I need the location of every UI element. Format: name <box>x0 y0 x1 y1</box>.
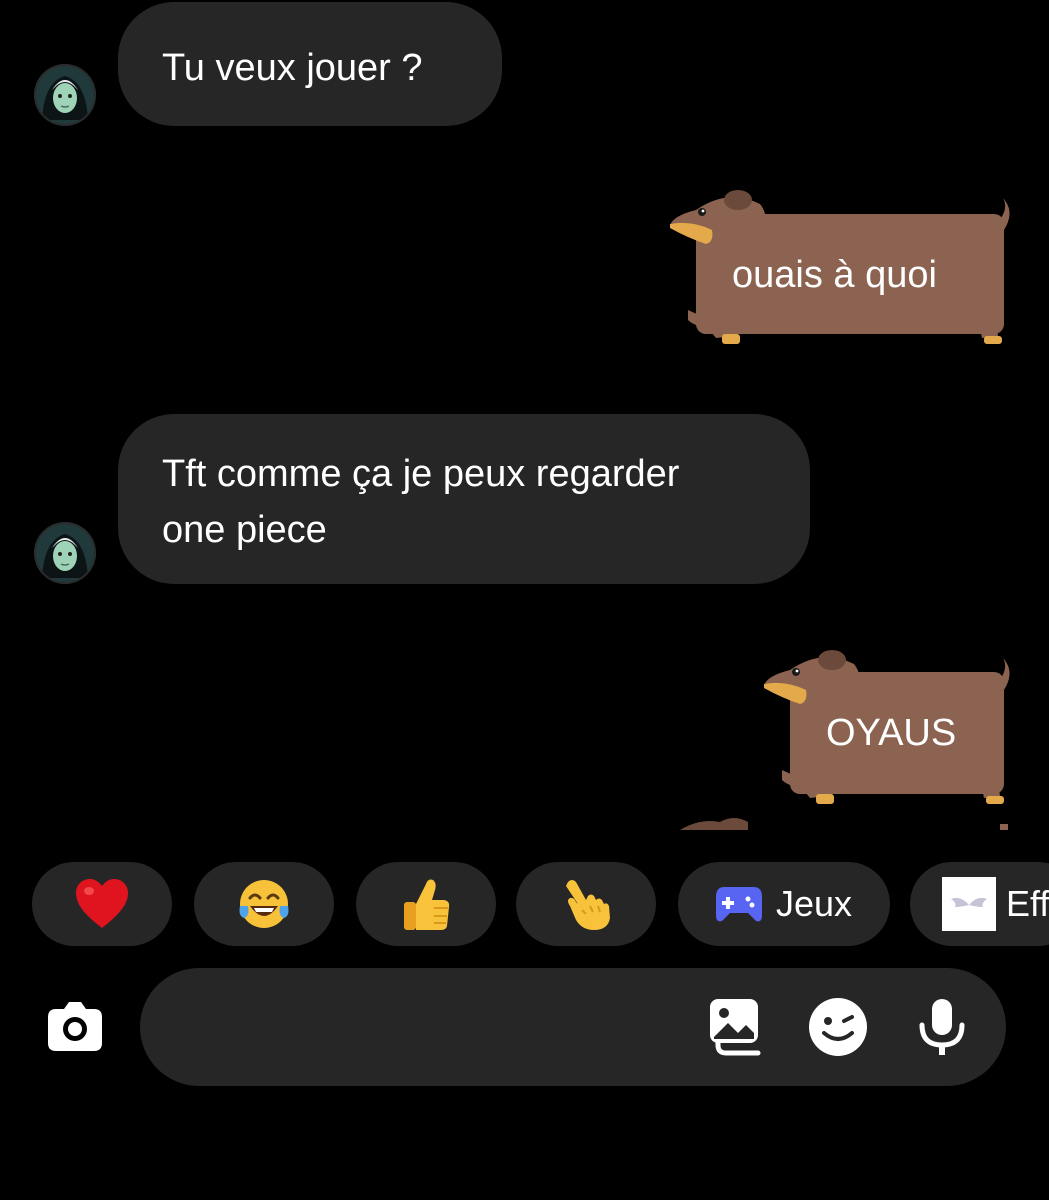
microphone-button[interactable] <box>910 995 974 1059</box>
avatar-image <box>34 522 96 584</box>
games-label: Jeux <box>775 883 853 924</box>
red-heart-emoji-icon <box>76 879 128 928</box>
sticker-tail-fragment <box>1000 824 1008 830</box>
pointing-finger-emoji-icon <box>566 880 610 930</box>
effects-thumbnail <box>942 877 996 931</box>
effects-button[interactable]: Eff <box>910 862 1049 946</box>
contact-avatar[interactable] <box>34 64 96 126</box>
camera-icon <box>48 1002 102 1051</box>
message-composer[interactable] <box>140 968 1006 1086</box>
tears-of-joy-emoji-icon <box>239 880 289 928</box>
reaction-point-button[interactable] <box>516 862 656 946</box>
message-text: OYAUS <box>826 712 957 754</box>
gallery-icon <box>710 999 761 1056</box>
sticker-icon <box>809 998 867 1056</box>
effects-label: Eff <box>1006 883 1049 924</box>
message-text: ouais à quoi <box>732 254 937 296</box>
reaction-laugh-button[interactable] <box>194 862 334 946</box>
message-input[interactable] <box>180 1002 704 1054</box>
incoming-message-bubble[interactable]: Tu veux jouer ? <box>118 2 502 126</box>
message-text-line: one piece <box>162 509 327 551</box>
message-text: Tu veux jouer ? <box>162 47 423 89</box>
message-text-line: Tft comme ça je peux regarder <box>162 453 680 495</box>
microphone-icon <box>919 999 965 1055</box>
outgoing-dachshund-message[interactable]: OYAUS <box>762 650 1020 810</box>
reaction-thumbs-up-button[interactable] <box>356 862 496 946</box>
game-controller-icon <box>715 887 762 922</box>
reaction-heart-button[interactable] <box>32 862 172 946</box>
outgoing-dachshund-message[interactable]: ouais à quoi <box>668 190 1020 350</box>
incoming-message-bubble[interactable]: Tft comme ça je peux regarder one piece <box>118 414 810 584</box>
camera-button[interactable] <box>44 997 106 1055</box>
dachshund-sticker-partial-icon <box>680 818 748 830</box>
sticker-button[interactable] <box>806 995 870 1059</box>
gallery-button[interactable] <box>706 995 770 1059</box>
games-button[interactable]: Jeux <box>678 862 890 946</box>
contact-avatar[interactable] <box>34 522 96 584</box>
avatar-image <box>34 64 96 126</box>
thumbs-up-emoji-icon <box>404 879 450 930</box>
effects-wings-icon <box>951 897 987 907</box>
